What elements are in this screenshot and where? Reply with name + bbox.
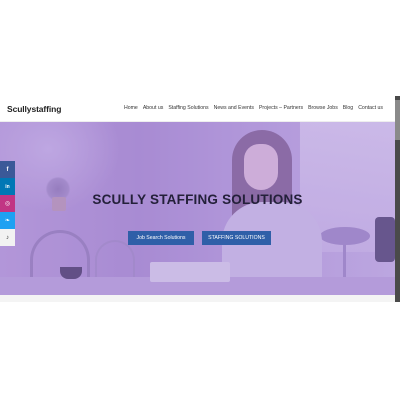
nav-news-and-events[interactable]: News and Events	[214, 105, 254, 111]
scrollbar-thumb[interactable]	[395, 100, 400, 140]
page-scrollbar[interactable]	[395, 96, 400, 302]
nav-staffing-solutions[interactable]: Staffing Solutions	[168, 105, 208, 111]
hero-title: SCULLY STAFFING SOLUTIONS	[92, 192, 303, 207]
nav-blog[interactable]: Blog	[343, 105, 353, 111]
website: Scullystaffing Home About us Staffing So…	[0, 96, 395, 302]
blank-top-area	[0, 0, 400, 96]
section-divider	[0, 295, 395, 302]
instagram-icon[interactable]: ◎	[0, 195, 15, 212]
nav-about-us[interactable]: About us	[143, 105, 163, 111]
facebook-icon[interactable]: f	[0, 161, 15, 178]
nav-browse-jobs[interactable]: Browse Jobs	[308, 105, 338, 111]
linkedin-icon[interactable]: in	[0, 178, 15, 195]
staffing-solutions-button[interactable]: STAFFING SOLUTIONS	[202, 231, 271, 245]
hero-banner: SCULLY STAFFING SOLUTIONS Job Search Sol…	[0, 122, 395, 295]
social-share-bar: f in ◎ ❧ ♪	[0, 161, 15, 246]
nav-home[interactable]: Home	[124, 105, 138, 111]
nav-projects-partners[interactable]: Projects – Partners	[259, 105, 303, 111]
job-search-solutions-button[interactable]: Job Search Solutions	[128, 231, 194, 245]
facebook-glyph: f	[6, 166, 9, 173]
site-logo[interactable]: Scullystaffing	[7, 104, 61, 114]
navbar: Scullystaffing Home About us Staffing So…	[0, 96, 395, 122]
tiktok-icon[interactable]: ♪	[0, 229, 15, 246]
instagram-glyph: ◎	[4, 201, 11, 207]
twitter-glyph: ❧	[4, 218, 11, 224]
main-menu: Home About us Staffing Solutions News an…	[124, 105, 383, 111]
twitter-icon[interactable]: ❧	[0, 212, 15, 229]
linkedin-glyph: in	[5, 183, 10, 190]
nav-contact-us[interactable]: Contact us	[358, 105, 383, 111]
tiktok-glyph: ♪	[6, 234, 9, 241]
hero-purple-overlay	[0, 122, 395, 295]
